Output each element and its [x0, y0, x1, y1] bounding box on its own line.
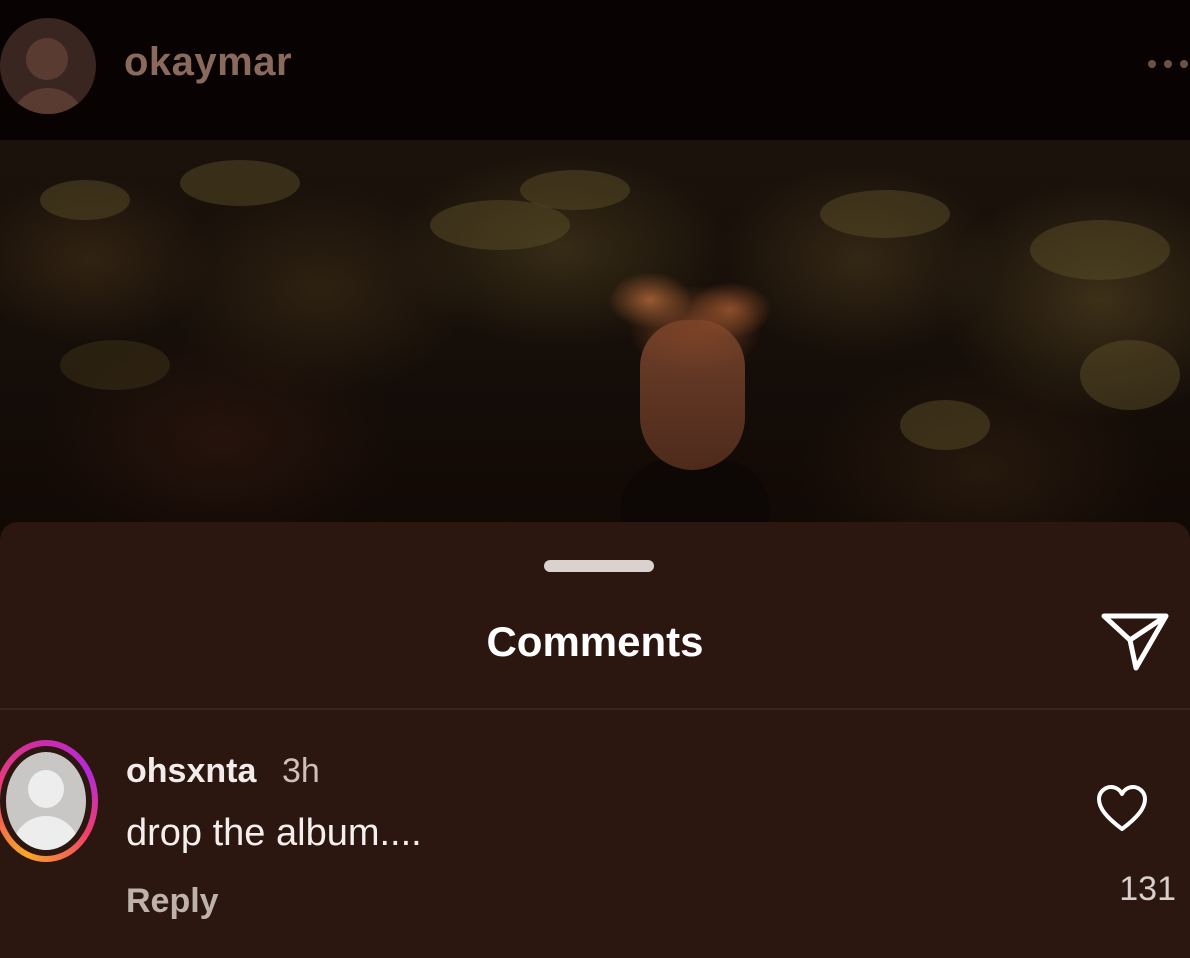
foliage-patch: [520, 170, 630, 210]
video-subject: [590, 260, 810, 535]
sheet-divider: [0, 708, 1190, 710]
avatar-head-shape: [28, 770, 64, 808]
avatar-head-shape: [26, 38, 68, 80]
like-count: 131: [1119, 870, 1176, 908]
foliage-patch: [900, 400, 990, 450]
post-header: okaymar: [0, 0, 1190, 140]
paper-plane-svg: [1101, 613, 1169, 671]
instagram-post-screen: okaymar Comments ohsxnta 3h drop the alb…: [0, 0, 1190, 958]
more-dot: [1180, 60, 1188, 68]
comments-title: Comments: [486, 618, 704, 665]
reply-button[interactable]: Reply: [126, 882, 219, 921]
foliage-patch: [180, 160, 300, 206]
comment-text: drop the album....: [126, 812, 422, 854]
author-username[interactable]: okaymar: [124, 40, 292, 85]
subject-hair: [600, 260, 790, 390]
comment-timestamp: 3h: [282, 752, 320, 790]
foliage-patch: [40, 180, 130, 220]
foliage-patch: [1080, 340, 1180, 410]
comments-sheet: Comments ohsxnta 3h drop the album.... R…: [0, 522, 1190, 958]
heart-icon[interactable]: [1096, 784, 1148, 834]
more-options-icon[interactable]: [1132, 50, 1190, 78]
more-dot: [1148, 60, 1156, 68]
author-avatar[interactable]: [0, 18, 96, 114]
sheet-drag-handle[interactable]: [544, 560, 654, 572]
more-dot: [1164, 60, 1172, 68]
avatar-body-shape: [10, 88, 86, 114]
paper-plane-icon[interactable]: [1100, 610, 1170, 674]
avatar-body-shape: [12, 816, 80, 850]
default-avatar-picture: [6, 752, 86, 850]
foliage-patch: [60, 340, 170, 390]
commenter-avatar[interactable]: [0, 740, 98, 862]
post-video-frame[interactable]: [0, 140, 1190, 535]
commenter-username[interactable]: ohsxnta: [126, 752, 256, 791]
comment-item: ohsxnta 3h drop the album.... Reply 131: [0, 732, 1190, 932]
foliage-patch: [820, 190, 950, 238]
heart-svg: [1097, 785, 1147, 831]
foliage-patch: [1030, 220, 1170, 280]
